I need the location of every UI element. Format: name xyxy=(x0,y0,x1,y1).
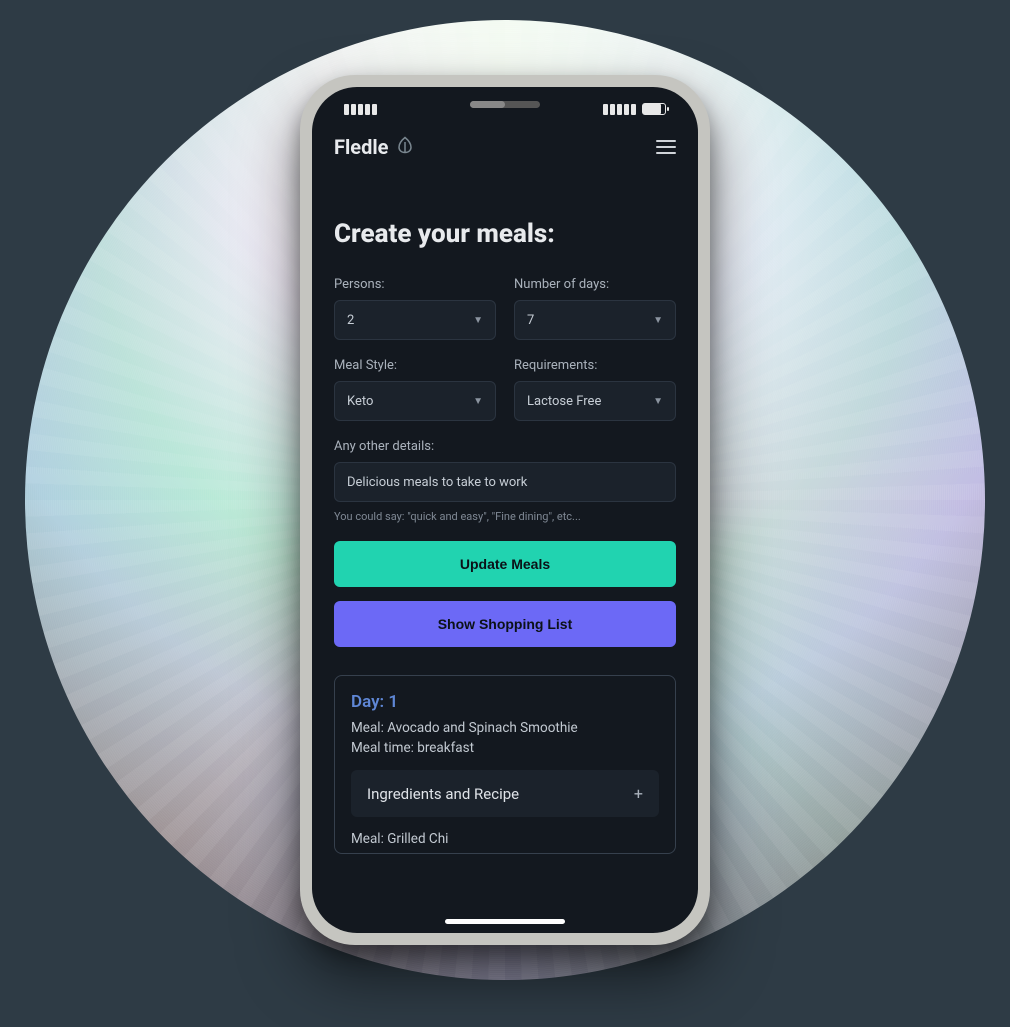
details-label: Any other details: xyxy=(334,439,676,454)
ingredients-accordion[interactable]: Ingredients and Recipe + xyxy=(351,770,659,817)
plus-icon: + xyxy=(634,784,643,803)
battery-icon xyxy=(642,103,666,115)
details-value: Delicious meals to take to work xyxy=(347,475,527,490)
chevron-down-icon: ▼ xyxy=(473,396,483,407)
days-value: 7 xyxy=(527,313,534,328)
meal-style-value: Keto xyxy=(347,394,373,409)
phone-frame: Fledle Create your meals: Persons: xyxy=(300,75,710,945)
meal-time: Meal time: breakfast xyxy=(351,740,659,756)
details-input[interactable]: Delicious meals to take to work xyxy=(334,462,676,502)
days-label: Number of days: xyxy=(514,277,676,292)
persons-value: 2 xyxy=(347,313,354,328)
chevron-down-icon: ▼ xyxy=(473,315,483,326)
day-title: Day: 1 xyxy=(351,692,659,712)
details-hint: You could say: "quick and easy", "Fine d… xyxy=(334,510,676,523)
chevron-down-icon: ▼ xyxy=(653,315,663,326)
requirements-label: Requirements: xyxy=(514,358,676,373)
main-content: Create your meals: Persons: 2 ▼ Number o… xyxy=(312,171,698,933)
accordion-label: Ingredients and Recipe xyxy=(367,785,519,803)
requirements-select[interactable]: Lactose Free ▼ xyxy=(514,381,676,421)
phone-screen: Fledle Create your meals: Persons: xyxy=(312,87,698,933)
meal-style-select[interactable]: Keto ▼ xyxy=(334,381,496,421)
page-title: Create your meals: xyxy=(334,219,676,249)
meal-name: Meal: Avocado and Spinach Smoothie xyxy=(351,720,659,736)
day-card: Day: 1 Meal: Avocado and Spinach Smoothi… xyxy=(334,675,676,854)
requirements-value: Lactose Free xyxy=(527,394,601,409)
status-right xyxy=(603,103,666,115)
brand[interactable]: Fledle xyxy=(334,135,414,159)
persons-label: Persons: xyxy=(334,277,496,292)
home-indicator[interactable] xyxy=(445,919,565,924)
chevron-down-icon: ▼ xyxy=(653,396,663,407)
signal-indicator-left xyxy=(344,104,377,115)
phone-earpiece xyxy=(470,101,540,108)
meal-name-truncated: Meal: Grilled Chi xyxy=(351,831,659,847)
signal-indicator-right xyxy=(603,104,636,115)
app-header: Fledle xyxy=(312,121,698,171)
show-shopping-list-button[interactable]: Show Shopping List xyxy=(334,601,676,647)
meal-style-label: Meal Style: xyxy=(334,358,496,373)
menu-button[interactable] xyxy=(656,140,676,154)
days-select[interactable]: 7 ▼ xyxy=(514,300,676,340)
brand-name: Fledle xyxy=(334,135,388,159)
leaf-icon xyxy=(396,135,414,159)
update-meals-button[interactable]: Update Meals xyxy=(334,541,676,587)
persons-select[interactable]: 2 ▼ xyxy=(334,300,496,340)
